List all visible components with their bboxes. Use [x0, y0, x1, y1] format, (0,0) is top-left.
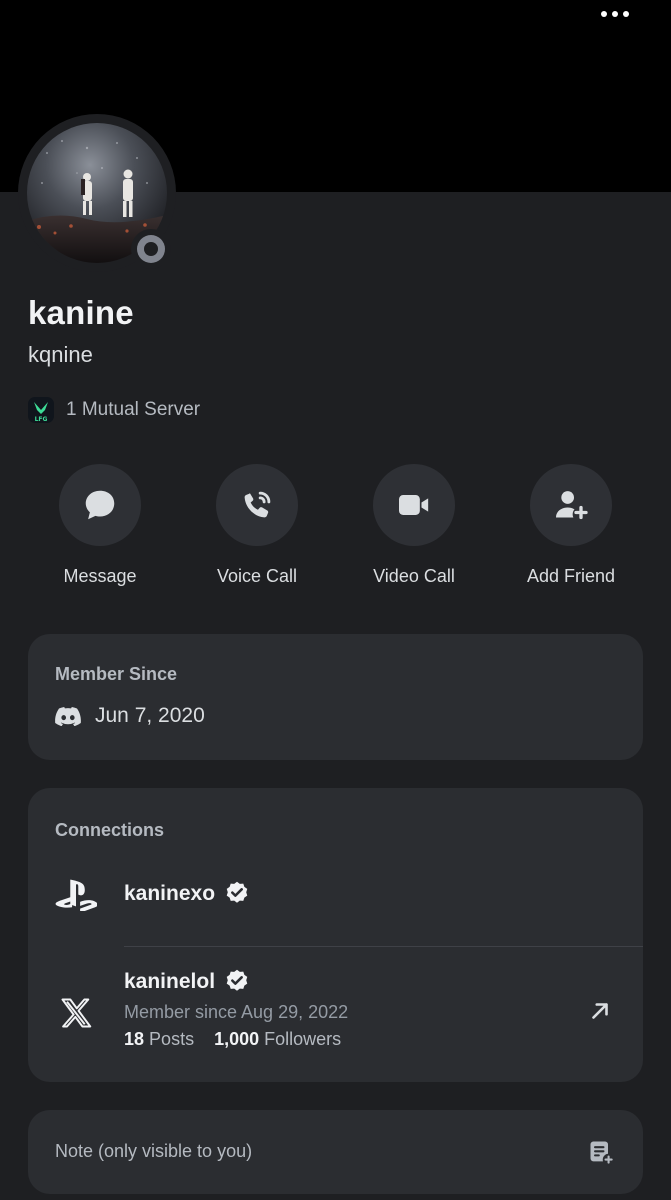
x-followers-label: Followers [264, 1029, 342, 1049]
more-options-button[interactable] [595, 4, 635, 24]
x-details: kaninelol Member since Aug 29, 2022 18 P… [124, 968, 348, 1050]
mutual-servers-link[interactable]: LFG 1 Mutual Server [28, 396, 200, 424]
mutual-servers-text: 1 Mutual Server [66, 399, 201, 420]
add-friend-label: Add Friend [526, 566, 616, 586]
x-logo-icon [55, 992, 97, 1034]
x-username: kaninelol [124, 970, 216, 993]
member-since-date-row: Jun 7, 2020 [55, 704, 205, 728]
lfg-server-icon: LFG [34, 402, 48, 423]
note-label: Note (only visible to you) [55, 1141, 253, 1161]
offline-status-icon [137, 235, 165, 263]
add-friend-icon [556, 491, 588, 520]
verified-badge-icon [226, 969, 248, 991]
playstation-username: kaninexo [124, 882, 216, 905]
connection-x[interactable]: kaninelol Member since Aug 29, 2022 18 P… [28, 968, 643, 1060]
add-note-icon[interactable] [587, 1138, 615, 1166]
connections-card: Connections kaninexo kaninelol Member si… [28, 788, 643, 1082]
more-dot-icon [612, 11, 618, 17]
verified-badge-icon [226, 881, 248, 903]
discord-logo-icon [55, 707, 81, 726]
profile-actions: Message Voice Call Video Call Add Friend [22, 464, 649, 587]
x-member-since: Member since Aug 29, 2022 [124, 1002, 349, 1022]
video-call-label: Video Call [373, 566, 455, 586]
x-followers-count: 1,000 [214, 1029, 260, 1049]
message-button[interactable]: Message [22, 464, 178, 587]
x-logo-shape [61, 998, 92, 1028]
svg-text:LFG: LFG [35, 416, 48, 423]
phone-call-icon [244, 491, 271, 518]
member-since-title: Member Since [55, 664, 178, 684]
connection-playstation[interactable]: kaninexo [28, 874, 643, 914]
message-button-circle[interactable] [59, 464, 141, 546]
message-label: Message [63, 566, 137, 586]
add-friend-button[interactable]: Add Friend [493, 464, 649, 587]
add-friend-button-circle[interactable] [530, 464, 612, 546]
add-note-shape [590, 1141, 615, 1166]
member-since-date: Jun 7, 2020 [95, 704, 205, 727]
x-stats: 18 Posts 1,000 Followers [124, 1029, 348, 1050]
server-icon: LFG [28, 397, 54, 423]
more-dot-icon [623, 11, 629, 17]
username: kqnine [28, 342, 93, 367]
x-posts-count: 18 [124, 1029, 145, 1049]
arrow-up-right-shape [592, 1003, 608, 1019]
video-call-button[interactable]: Video Call [336, 464, 492, 587]
playstation-logo-shape [55, 879, 97, 911]
x-name-row: kaninelol [124, 968, 348, 996]
voice-call-button-circle[interactable] [216, 464, 298, 546]
display-name: kanine [28, 294, 134, 331]
status-hole [144, 242, 158, 256]
more-dot-icon [601, 11, 607, 17]
connections-divider [124, 946, 643, 947]
status-indicator [131, 229, 171, 269]
voice-call-label: Voice Call [216, 566, 298, 586]
member-since-card: Member Since Jun 7, 2020 [28, 634, 643, 760]
chat-bubble-icon [85, 490, 115, 520]
voice-call-button[interactable]: Voice Call [179, 464, 335, 587]
x-posts-label: Posts [149, 1029, 195, 1049]
video-call-button-circle[interactable] [373, 464, 455, 546]
playstation-icon [55, 873, 97, 915]
video-camera-icon [399, 495, 429, 515]
playstation-name-row: kaninexo [124, 880, 251, 908]
external-link-icon[interactable] [587, 998, 613, 1024]
connections-title: Connections [55, 820, 165, 840]
note-card[interactable]: Note (only visible to you) [28, 1110, 643, 1194]
